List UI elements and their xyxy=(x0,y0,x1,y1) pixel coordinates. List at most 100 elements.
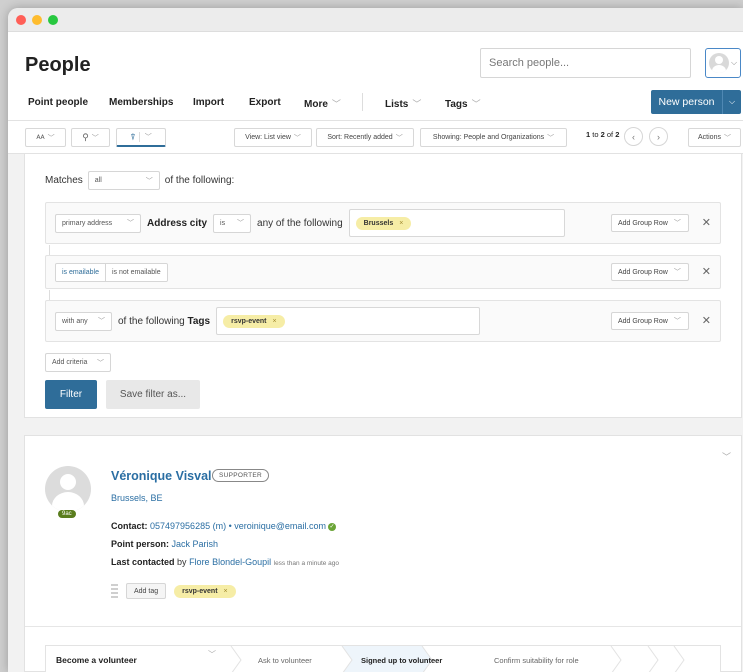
address-scope-select[interactable]: primary address ﹀ xyxy=(55,213,141,233)
chevron-down-icon[interactable]: ﹀ xyxy=(208,649,216,660)
people-type-dropdown[interactable]: ᴬᴬ ﹀ xyxy=(25,128,66,147)
city-values-input[interactable]: Brussels × xyxy=(348,209,565,237)
page-title: People xyxy=(25,54,91,76)
chevron-down-icon: ﹀ xyxy=(673,269,681,276)
drag-handle-icon[interactable] xyxy=(111,584,118,598)
nav-tags[interactable]: Tags ﹀ xyxy=(445,97,481,110)
user-menu-button[interactable]: ⌵ xyxy=(705,48,741,78)
chevron-left-icon: ‹ xyxy=(632,131,635,142)
address-scope-value: primary address xyxy=(62,219,113,227)
nav-point-people[interactable]: Point people xyxy=(28,97,88,108)
nav-memberships[interactable]: Memberships xyxy=(109,97,173,108)
step-signed-up[interactable]: Signed up to volunteer xyxy=(361,646,442,672)
nav-more-label: More xyxy=(304,99,328,110)
match-mode-select[interactable]: all ﹀ xyxy=(87,171,160,190)
nav-lists-label: Lists xyxy=(385,99,409,110)
filter-panel: Matches all ﹀ of the following: primary a… xyxy=(24,154,742,418)
remove-rule-icon[interactable]: ✕ xyxy=(702,265,711,278)
add-group-row-label: Add Group Row xyxy=(618,317,668,325)
previous-page-button[interactable]: ‹ xyxy=(624,127,643,146)
showing-label: Showing: People and Organizations xyxy=(432,134,545,141)
main-nav: Point people Memberships Import Export M… xyxy=(8,88,743,118)
add-group-row-button[interactable]: Add Group Row ﹀ xyxy=(611,312,689,330)
remove-tag-icon[interactable]: × xyxy=(224,588,228,595)
chevron-down-icon: ﹀ xyxy=(47,134,55,142)
remove-tag-icon[interactable]: × xyxy=(399,220,403,227)
rule-qualifier: any of the following xyxy=(257,217,343,229)
step-ask-to-volunteer[interactable]: Ask to volunteer xyxy=(258,646,312,672)
is-not-emailable-option[interactable]: is not emailable xyxy=(105,263,167,281)
actions-dropdown[interactable]: Actions ﹀ xyxy=(688,128,741,147)
chevron-down-icon: ﹀ xyxy=(91,134,99,142)
minimize-window-dot[interactable] xyxy=(32,14,42,25)
rule-field-name: Address city xyxy=(147,217,208,229)
phone-link[interactable]: 057497956285 (m) xyxy=(150,521,226,531)
is-emailable-option[interactable]: is emailable xyxy=(56,263,106,281)
remove-rule-icon[interactable]: ✕ xyxy=(702,216,711,229)
email-link[interactable]: veroinique@email.com xyxy=(234,521,326,531)
tags-qualifier-select[interactable]: with any ﹀ xyxy=(55,311,112,331)
tags-qualifier-value: with any xyxy=(62,317,88,325)
chevron-down-icon[interactable]: ⌵ xyxy=(723,97,741,107)
add-group-row-button[interactable]: Add Group Row ﹀ xyxy=(611,214,689,232)
tags-rule-label: of the following Tags xyxy=(118,316,210,327)
close-window-dot[interactable] xyxy=(16,14,26,25)
filter-rule-emailable: is emailable is not emailable Add Group … xyxy=(45,255,721,289)
chevron-right-icon: › xyxy=(657,131,660,142)
last-contacted-time: less than a minute ago xyxy=(273,560,340,567)
step-separator xyxy=(647,646,659,672)
chevron-down-icon: ﹀ xyxy=(331,99,341,109)
volunteer-path-title[interactable]: Become a volunteer xyxy=(56,646,137,672)
tag-chip-rsvp-event: rsvp-event × xyxy=(223,314,285,328)
add-criteria-dropdown[interactable]: Add criteria ﹀ xyxy=(45,353,111,372)
chevron-down-icon: ﹀ xyxy=(395,134,403,142)
contact-label: Contact: xyxy=(111,521,148,531)
chevron-down-icon: ﹀ xyxy=(673,318,681,325)
next-page-button[interactable]: › xyxy=(649,127,668,146)
app-window: People ⌵ Point people Memberships Import… xyxy=(8,8,743,672)
tag-chip-label: rsvp-event xyxy=(231,317,267,325)
pin-dropdown[interactable]: ⚲ ﹀ xyxy=(71,128,110,147)
view-dropdown[interactable]: View: List view ﹀ xyxy=(234,128,312,147)
nav-import[interactable]: Import xyxy=(193,97,224,108)
sort-label: Sort: Recently added xyxy=(327,134,393,141)
tags-values-input[interactable]: rsvp-event × xyxy=(216,307,481,335)
operator-select[interactable]: is ﹀ xyxy=(213,213,252,233)
chevron-down-icon: ﹀ xyxy=(723,134,731,142)
tag-chip-label: rsvp-event xyxy=(182,587,218,595)
user-avatar-icon xyxy=(709,53,729,73)
emailable-toggle[interactable]: is emailable is not emailable xyxy=(55,262,168,282)
rule-field-label: Address city xyxy=(147,218,207,229)
remove-tag-icon[interactable]: × xyxy=(273,318,277,325)
contact-separator: • xyxy=(228,521,232,531)
chevron-down-icon[interactable]: ﹀ xyxy=(722,450,731,463)
add-tag-button[interactable]: Add tag xyxy=(126,583,167,599)
last-contacted-by: by xyxy=(177,557,187,567)
filter-rule-address-city: primary address ﹀ Address city is ﹀ any of… xyxy=(45,202,721,244)
person-avatar[interactable] xyxy=(45,466,91,512)
nav-more[interactable]: More ﹀ xyxy=(304,97,341,110)
add-group-row-label: Add Group Row xyxy=(618,219,668,227)
remove-rule-icon[interactable]: ✕ xyxy=(702,314,711,327)
search-input[interactable] xyxy=(480,48,691,78)
person-name-link[interactable]: Véronique Visval xyxy=(111,469,212,483)
person-location-link[interactable]: Brussels, BE xyxy=(111,493,163,503)
add-group-row-button[interactable]: Add Group Row ﹀ xyxy=(611,263,689,281)
last-contacted-line: Last contacted by Flore Blondel-Goupil l… xyxy=(111,557,339,567)
last-contacted-name-link[interactable]: Flore Blondel-Goupil xyxy=(189,557,271,567)
filter-button[interactable]: Filter xyxy=(45,380,97,409)
step-confirm-suitability[interactable]: Confirm suitability for role xyxy=(494,646,579,672)
window-titlebar xyxy=(8,8,743,32)
maximize-window-dot[interactable] xyxy=(48,14,58,25)
nav-export[interactable]: Export xyxy=(249,97,281,108)
tag-chip-label: Brussels xyxy=(363,219,394,227)
point-person-link[interactable]: Jack Parish xyxy=(172,539,219,549)
nav-lists[interactable]: Lists ﹀ xyxy=(385,97,421,110)
new-person-button[interactable]: New person ⌵ xyxy=(651,90,741,114)
save-filter-button[interactable]: Save filter as... xyxy=(106,380,200,409)
chevron-down-icon: ﹀ xyxy=(138,132,152,142)
showing-dropdown[interactable]: Showing: People and Organizations ﹀ xyxy=(420,128,567,147)
filter-toggle-button[interactable]: ⍒ ﹀ xyxy=(116,128,166,147)
chevron-down-icon: ﹀ xyxy=(673,220,681,227)
sort-dropdown[interactable]: Sort: Recently added ﹀ xyxy=(316,128,414,147)
